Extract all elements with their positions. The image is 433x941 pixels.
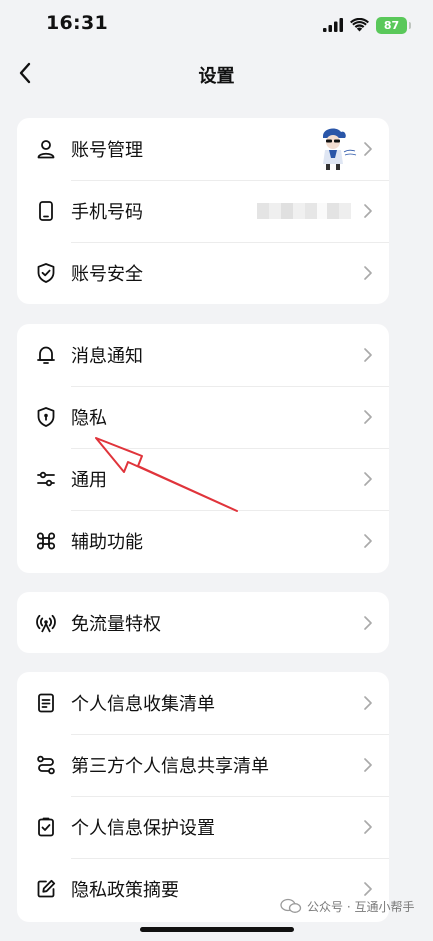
- settings-item-privacy[interactable]: 隐私: [17, 386, 389, 448]
- status-bar: 16:31 87: [0, 0, 433, 48]
- chevron-right-icon: [364, 348, 372, 362]
- settings-item-label: 辅助功能: [71, 532, 143, 553]
- chevron-right-icon: [364, 472, 372, 486]
- watermark: 公众号 · 互通小帮手: [280, 895, 414, 917]
- chevron-right-icon: [364, 820, 372, 834]
- chevron-right-icon: [364, 534, 372, 548]
- signal-tower-icon: [35, 612, 57, 634]
- wifi-icon: [350, 18, 369, 32]
- home-indicator: [140, 927, 294, 932]
- chevron-right-icon: [364, 696, 372, 710]
- settings-item-label: 消息通知: [71, 346, 143, 367]
- settings-item-phone-number[interactable]: 消息通知 手机号码: [17, 180, 389, 242]
- privacy-shield-icon: [35, 406, 57, 428]
- chevron-right-icon: [364, 204, 372, 218]
- chevron-right-icon: [364, 615, 372, 630]
- chevron-right-icon: [364, 142, 372, 156]
- battery-indicator: 87: [376, 16, 411, 34]
- settings-item-label: 隐私政策摘要: [71, 880, 179, 901]
- wechat-official-account-icon: [280, 898, 302, 913]
- command-icon: [35, 530, 57, 552]
- settings-item-label: 账号管理: [71, 140, 143, 161]
- settings-item-general[interactable]: 通用: [17, 448, 389, 510]
- settings-item-account-management[interactable]: 账号管理: [17, 118, 389, 180]
- settings-item-label: 个人信息保护设置: [71, 818, 215, 839]
- settings-item-third-party-sharing-list[interactable]: 第三方个人信息共享清单: [17, 734, 389, 796]
- settings-item-free-data-privilege[interactable]: 免流量特权: [17, 592, 389, 653]
- settings-group-general: 消息通知 隐私 通用 辅助功能: [17, 324, 389, 573]
- status-time: 16:31: [46, 12, 108, 34]
- settings-group-personal-info: 个人信息收集清单 第三方个人信息共享清单 个人信息保护设置 隐私政策摘要: [17, 672, 389, 922]
- settings-item-notifications[interactable]: 消息通知: [17, 324, 389, 386]
- settings-item-label: 账号安全: [71, 264, 143, 285]
- person-icon: [35, 138, 57, 160]
- settings-item-label: 免流量特权: [71, 613, 161, 635]
- settings-item-personal-info-protection[interactable]: 个人信息保护设置: [17, 796, 389, 858]
- watermark-text: 公众号 · 互通小帮手: [307, 899, 415, 914]
- settings-item-label: 隐私: [71, 408, 107, 429]
- nav-bar: 设置: [0, 48, 433, 100]
- share-icon: [35, 754, 57, 776]
- chevron-right-icon: [364, 266, 372, 280]
- settings-item-label: 通用: [71, 470, 107, 491]
- chevron-right-icon: [364, 758, 372, 772]
- shield-check-icon: [35, 262, 57, 284]
- edit-icon: [35, 878, 57, 900]
- settings-item-personal-info-collection-list[interactable]: 个人信息收集清单: [17, 672, 389, 734]
- avatar: [311, 124, 359, 172]
- chevron-right-icon: [364, 410, 372, 424]
- clipboard-check-icon: [35, 816, 57, 838]
- settings-item-label: 手机号码: [71, 202, 143, 223]
- settings-item-account-security[interactable]: 账号安全: [17, 242, 389, 304]
- bell-icon: [35, 344, 57, 366]
- settings-item-accessibility[interactable]: 辅助功能: [17, 510, 389, 572]
- phone-icon: [35, 200, 57, 222]
- phone-number-value-blurred: [257, 203, 351, 219]
- settings-item-label: 个人信息收集清单: [71, 694, 215, 715]
- page-title: 设置: [198, 66, 235, 87]
- status-indicators: 87: [323, 15, 411, 35]
- settings-group-data: 免流量特权: [17, 592, 389, 653]
- document-icon: [35, 692, 57, 714]
- settings-item-label: 第三方个人信息共享清单: [71, 756, 269, 777]
- settings-group-account: 账号管理 手机号码 账号安全: [17, 118, 389, 304]
- sliders-icon: [35, 468, 57, 490]
- settings-screen: 16:31 87 设置 账号管理 手机号码 账号安全 消息通知 隐私 通用 辅助…: [0, 0, 433, 941]
- cellular-signal-icon: [323, 18, 343, 32]
